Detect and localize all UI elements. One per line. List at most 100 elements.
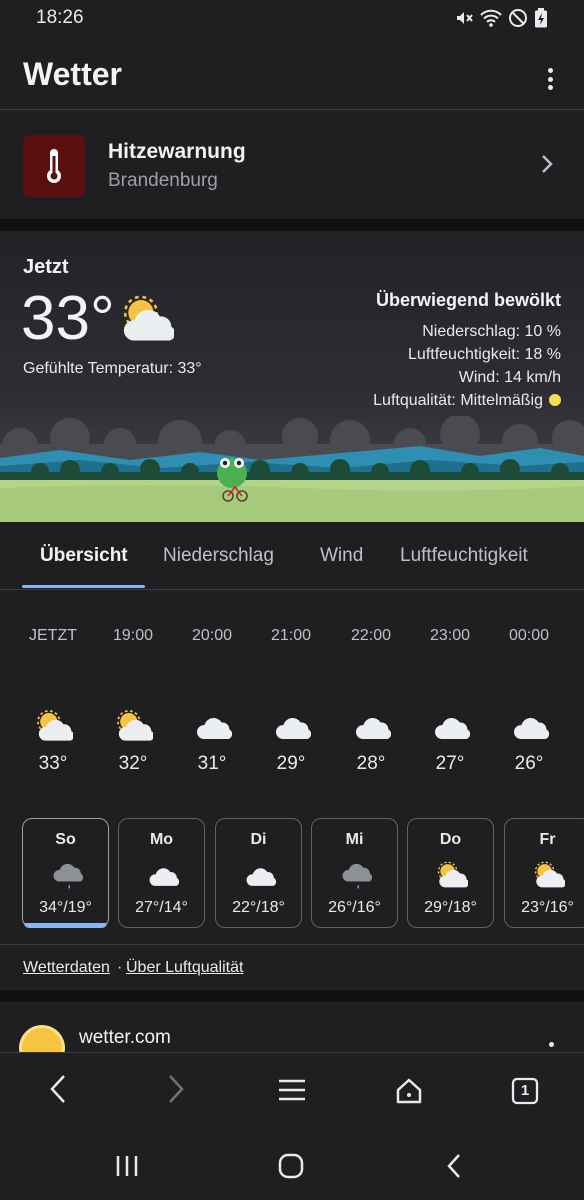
hour-time: 21:00	[270, 627, 312, 644]
section-divider	[0, 219, 584, 231]
hour-time: JETZT	[29, 627, 77, 644]
app-header: Wetter	[0, 38, 584, 110]
weather-data-link[interactable]: Wetterdaten	[23, 959, 110, 977]
air-quality-row[interactable]: Luftqualität: Mittelmäßig	[373, 392, 561, 410]
chevron-right-icon	[542, 155, 553, 173]
warning-region: Brandenburg	[108, 170, 218, 191]
partly-cloudy-icon	[437, 861, 468, 888]
humidity-text: Luftfeuchtigkeit: 18 %	[408, 346, 561, 363]
day-card-sunday[interactable]: So 34°/19°	[22, 818, 109, 928]
day-name: Do	[439, 831, 462, 848]
condition-text: Überwiegend bewölkt	[375, 290, 561, 310]
air-quality-dot	[549, 394, 561, 406]
hour-temp: 26°	[514, 753, 544, 774]
rain-icon	[53, 863, 83, 889]
hour-time: 22:00	[350, 627, 392, 644]
day-card-monday[interactable]: Mo 27°/14°	[118, 818, 205, 928]
wind-text: Wind: 14 km/h	[458, 369, 561, 386]
wifi-icon	[480, 8, 502, 33]
day-card-tuesday[interactable]: Di 22°/18°	[215, 818, 302, 928]
heat-warning-card[interactable]: Hitzewarnung Brandenburg	[0, 111, 584, 219]
cloudy-icon	[246, 868, 276, 886]
system-navigation	[0, 1132, 584, 1200]
hour-temp: 27°	[435, 753, 465, 774]
hour-time: 23:00	[429, 627, 471, 644]
source-name: wetter.com	[79, 1027, 171, 1048]
hour-temp: 33°	[38, 753, 68, 774]
hour-temp: 32°	[118, 753, 148, 774]
cloudy-icon	[514, 718, 549, 739]
tab-overview[interactable]: Übersicht	[40, 545, 128, 567]
battery-charging-icon	[534, 8, 548, 33]
rain-icon	[342, 863, 372, 889]
cloudy-icon	[435, 718, 470, 739]
hour-time: 00:00	[508, 627, 550, 644]
daily-forecast: So 34°/19° Mo 27°/14° Di 22°/18° Mi 26°/…	[0, 803, 584, 943]
landscape-illustration	[0, 416, 584, 522]
selected-day-indicator	[24, 923, 107, 928]
day-card-friday[interactable]: Fr 23°/16°	[504, 818, 584, 928]
day-name: Mi	[345, 831, 364, 848]
status-time: 18:26	[36, 7, 84, 28]
hour-time: 20:00	[191, 627, 233, 644]
link-separator: ·	[117, 959, 123, 976]
day-name: Mo	[149, 831, 174, 848]
more-vert-icon[interactable]	[549, 1042, 554, 1047]
home-button-icon[interactable]	[278, 1153, 304, 1179]
warning-title: Hitzewarnung	[108, 140, 246, 163]
status-icons	[454, 8, 548, 33]
system-back-icon[interactable]	[445, 1152, 463, 1180]
detail-tabs: Übersicht Niederschlag Wind Luftfeuchtig…	[0, 522, 584, 590]
air-quality-link[interactable]: Über Luftqualität	[126, 959, 243, 977]
day-name: Di	[250, 831, 267, 848]
recent-apps-icon[interactable]	[115, 1154, 139, 1178]
active-tab-indicator	[22, 585, 145, 588]
sun-logo-icon	[22, 1028, 62, 1052]
more-vert-icon[interactable]	[548, 68, 554, 90]
now-label: Jetzt	[23, 256, 69, 278]
warning-icon-box	[23, 135, 85, 197]
thermometer-icon	[47, 149, 61, 183]
current-temperature: 33°	[21, 284, 115, 353]
page-title: Wetter	[23, 56, 122, 92]
day-temps: 23°/16°	[521, 899, 574, 916]
status-bar: 18:26	[0, 0, 584, 38]
tab-humidity[interactable]: Luftfeuchtigkeit	[400, 545, 528, 567]
do-not-disturb-icon	[508, 8, 528, 33]
browser-toolbar: 1	[0, 1052, 584, 1132]
tab-precipitation[interactable]: Niederschlag	[163, 545, 274, 567]
cloudy-icon	[276, 718, 311, 739]
back-icon[interactable]	[48, 1073, 70, 1105]
hour-temp: 31°	[197, 753, 227, 774]
cloudy-icon	[197, 718, 232, 739]
hour-temp: 28°	[356, 753, 386, 774]
day-temps: 26°/16°	[328, 899, 381, 916]
menu-icon[interactable]	[278, 1079, 306, 1101]
partly-cloudy-icon	[123, 295, 174, 341]
mute-icon	[454, 8, 474, 33]
tabs-button[interactable]: 1	[511, 1077, 539, 1105]
precipitation-text: Niederschlag: 10 %	[422, 323, 561, 340]
partly-cloudy-icon	[534, 861, 565, 888]
hour-time: 19:00	[112, 627, 154, 644]
day-temps: 29°/18°	[424, 899, 477, 916]
air-quality-text: Luftqualität: Mittelmäßig	[373, 392, 543, 409]
forward-icon[interactable]	[164, 1073, 186, 1105]
source-card[interactable]: wetter.com	[0, 1002, 584, 1052]
footer-links: Wetterdaten · Über Luftqualität	[0, 944, 584, 990]
home-icon[interactable]	[395, 1077, 423, 1105]
day-temps: 22°/18°	[232, 899, 285, 916]
feels-like: Gefühlte Temperatur: 33°	[23, 360, 202, 377]
hour-temp: 29°	[276, 753, 306, 774]
day-card-wednesday[interactable]: Mi 26°/16°	[311, 818, 398, 928]
day-name: Fr	[539, 831, 556, 848]
cloudy-icon	[149, 868, 179, 886]
partly-cloudy-icon	[117, 710, 153, 741]
current-weather-panel: Jetzt 33° Gefühlte Temperatur: 33° Überw…	[0, 231, 584, 522]
hourly-forecast: JETZT 33° 19:00 32° 20:00 31° 21:00 29° …	[0, 591, 584, 803]
day-temps: 27°/14°	[135, 899, 188, 916]
day-card-thursday[interactable]: Do 29°/18°	[407, 818, 494, 928]
partly-cloudy-icon	[37, 710, 73, 741]
cloudy-icon	[356, 718, 391, 739]
tab-wind[interactable]: Wind	[320, 545, 363, 567]
